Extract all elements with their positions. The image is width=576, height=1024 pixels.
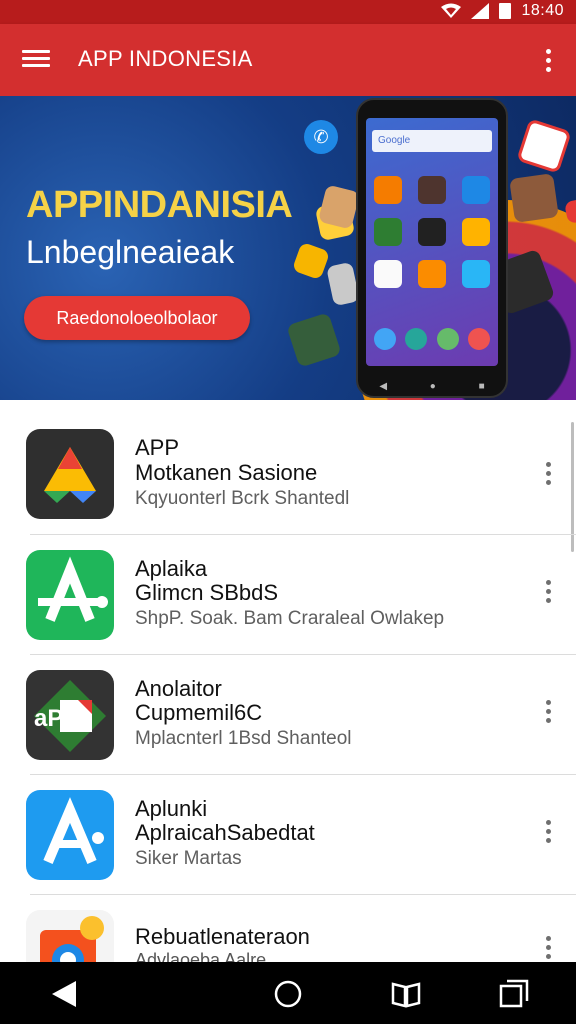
phone-app-icon <box>418 176 446 204</box>
list-item[interactable]: APP Motkanen Sasione Kqyuonterl Bcrk Sha… <box>0 414 576 534</box>
phone-app-icon <box>374 218 402 246</box>
system-nav-bar <box>0 962 576 1024</box>
item-subtitle: Cupmemil6C <box>135 700 263 725</box>
app-title: APP INDONESIA <box>78 46 253 71</box>
recents-icon[interactable] <box>498 978 530 1010</box>
home-icon[interactable] <box>272 978 304 1010</box>
phone-app-icon <box>462 176 490 204</box>
status-bar: 18:40 <box>0 0 576 24</box>
item-meta: Siker Martas <box>135 848 242 869</box>
back-icon[interactable] <box>48 978 80 1010</box>
list-item[interactable]: aP Anolaitor Cupmemil6C Mplacnterl 1Bsd … <box>0 654 576 774</box>
phone-app-icon <box>374 176 402 204</box>
floating-photo-icon <box>317 184 361 230</box>
promo-banner[interactable]: ✆ APPINDANISIA Lnbeglneaieak Raedonoloeo… <box>0 96 576 400</box>
more-vert-icon[interactable] <box>536 932 560 962</box>
phone-screen: Google <box>366 118 498 366</box>
battery-icon <box>499 3 512 19</box>
list-item[interactable]: Aplaika Glimcn SBbdS ShpP. Soak. Bam Cra… <box>0 534 576 654</box>
item-title: Aplunki <box>135 796 208 821</box>
floating-app-icon <box>516 118 572 174</box>
banner-subtitle: Lnbeglneaieak <box>26 234 235 270</box>
more-vert-icon[interactable] <box>536 44 560 76</box>
phone-app-icon <box>374 260 402 288</box>
drive-app-icon <box>26 429 114 519</box>
phone-call-icon: ✆ <box>304 120 338 154</box>
phone-nav-bar: ◀ ● ■ <box>379 381 485 392</box>
item-subtitle: Motkanen Sasione <box>135 460 318 485</box>
blue-a-app-icon <box>26 790 114 880</box>
item-title: Aplaika <box>135 556 208 581</box>
phone-dock <box>374 328 490 350</box>
list-item[interactable]: Rebuatlenateraon Advlaoeba Aalre <box>0 894 576 962</box>
phone-dock-icon <box>436 328 459 350</box>
phone-dock-icon <box>405 328 428 350</box>
item-meta: ShpP. Soak. Bam Craraleal Owlakep <box>135 608 445 629</box>
more-vert-icon[interactable] <box>536 816 560 846</box>
svg-text:aP: aP <box>34 705 63 732</box>
banner-title: APPINDANISIA <box>26 184 293 226</box>
item-title: Rebuatlenateraon <box>135 924 310 949</box>
more-vert-icon[interactable] <box>536 576 560 606</box>
more-vert-icon[interactable] <box>536 458 560 488</box>
phone-app-grid <box>374 176 490 288</box>
app-flag-icon: aP <box>26 670 114 760</box>
banner-cta-button[interactable]: Raedonoloeolbolaor <box>24 296 250 340</box>
phone-app-icon <box>462 260 490 288</box>
book-icon[interactable] <box>390 978 422 1010</box>
signal-icon <box>471 3 490 19</box>
phone-app-icon <box>462 218 490 246</box>
phone-mockup: Google ◀ ● ■ <box>356 98 508 398</box>
phone-dock-icon <box>467 328 490 350</box>
floating-app-icon <box>291 241 331 281</box>
item-subtitle: AplraicahSabedtat <box>135 820 315 845</box>
phone-search-bar: Google <box>372 130 492 152</box>
item-title: Anolaitor <box>135 676 222 701</box>
floating-photo-icon <box>509 173 559 223</box>
floating-photo-icon <box>326 261 360 307</box>
phone-app-icon <box>418 218 446 246</box>
hamburger-icon[interactable] <box>22 46 50 74</box>
list-item[interactable]: Aplunki AplraicahSabedtat Siker Martas <box>0 774 576 894</box>
phone-dock-icon <box>374 328 396 350</box>
status-icons: 18:40 <box>441 2 564 20</box>
item-meta: Mplacnterl 1Bsd Shanteol <box>135 728 352 749</box>
item-meta: Kqyuonterl Bcrk Shantedl <box>135 488 350 509</box>
phone-app-icon <box>418 260 446 288</box>
app-bar: APP INDONESIA <box>0 24 576 96</box>
more-vert-icon[interactable] <box>536 696 560 726</box>
item-subtitle: Advlaoeba Aalre <box>135 950 267 962</box>
item-subtitle: Glimcn SBbdS <box>135 580 279 605</box>
floating-photo-icon <box>286 312 342 368</box>
green-a-app-icon <box>26 550 114 640</box>
wifi-icon <box>441 3 462 18</box>
item-title: APP <box>135 435 180 460</box>
status-time: 18:40 <box>521 2 564 19</box>
app-list: APP Motkanen Sasione Kqyuonterl Bcrk Sha… <box>0 400 576 962</box>
photo-app-icon <box>26 910 114 962</box>
